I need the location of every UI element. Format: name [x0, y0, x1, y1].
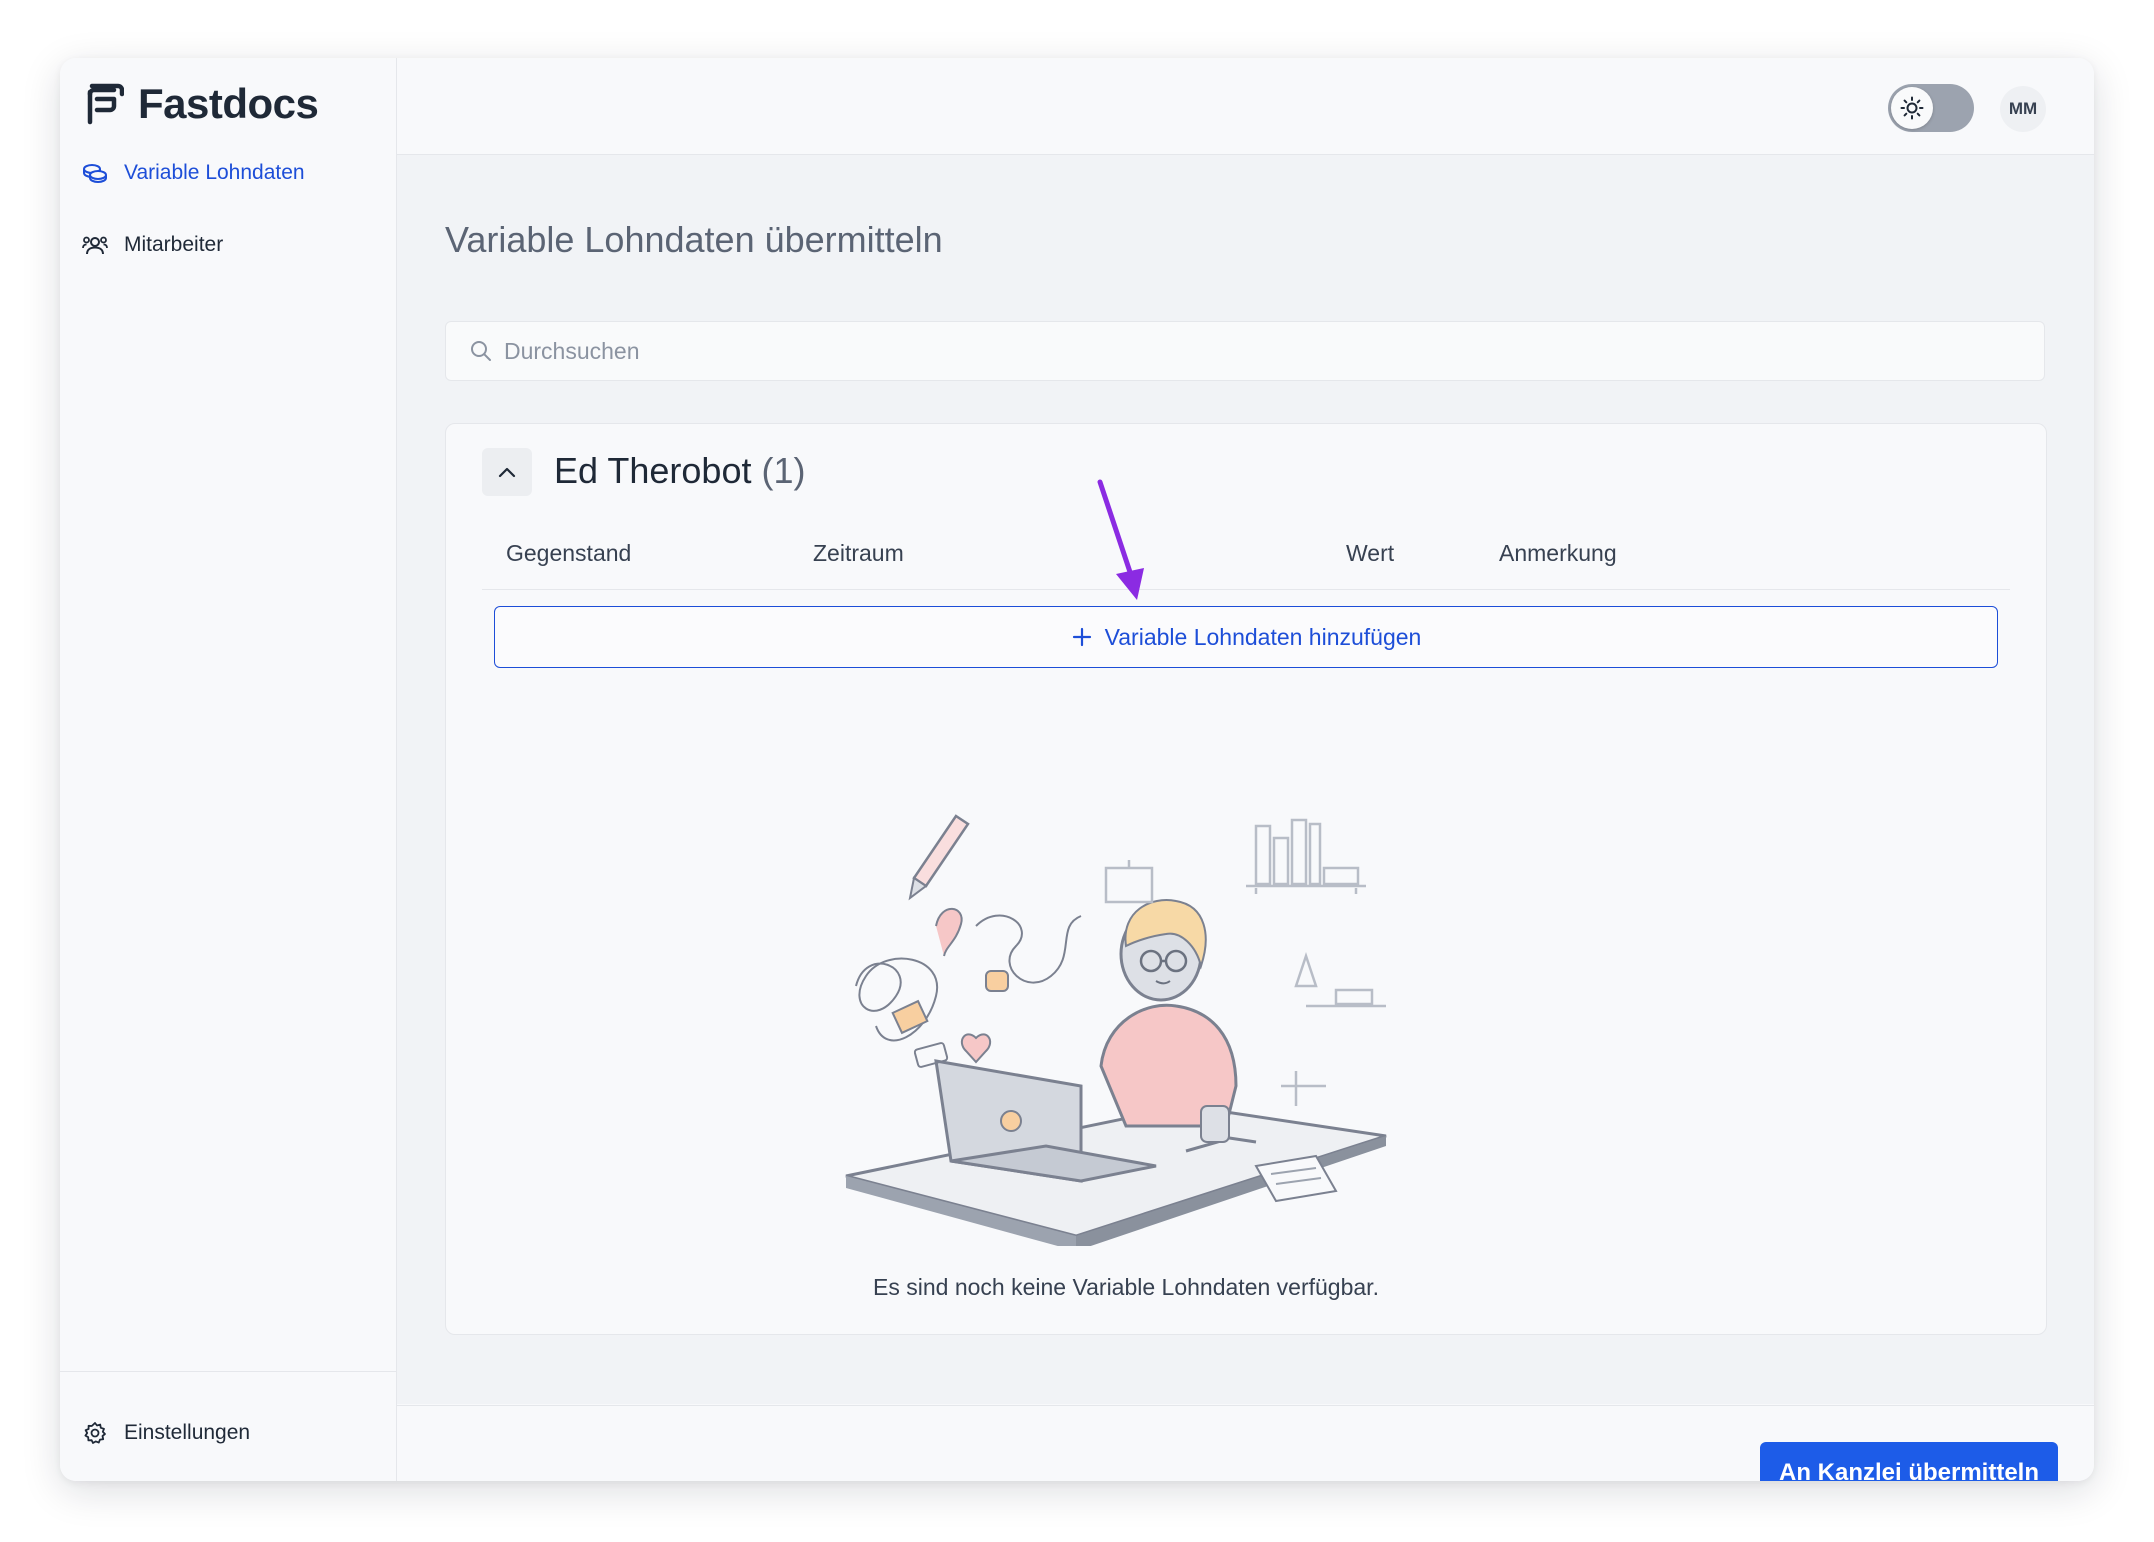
avatar[interactable]: MM	[2000, 86, 2046, 132]
page-title: Variable Lohndaten übermitteln	[445, 219, 943, 260]
settings-label: Einstellungen	[124, 1421, 251, 1444]
employee-group-card: Ed Therobot (1) Gegenstand Zeitraum Wert…	[445, 423, 2047, 1335]
sidebar-item-label: Variable Lohndaten	[124, 161, 305, 184]
chevron-up-icon	[498, 467, 516, 478]
employee-group-title: Ed Therobot (1)	[554, 450, 806, 492]
submit-to-kanzlei-button[interactable]: An Kanzlei übermitteln	[1760, 1442, 2058, 1481]
coins-icon	[82, 160, 108, 186]
add-variable-lohndaten-button[interactable]: Variable Lohndaten hinzufügen	[494, 606, 1998, 668]
plus-icon	[1072, 627, 1091, 647]
users-icon	[82, 232, 108, 258]
empty-state-illustration	[845, 814, 1387, 1246]
theme-toggle[interactable]	[1888, 84, 1974, 132]
add-button-label: Variable Lohndaten hinzufügen	[1104, 623, 1422, 650]
employee-count: (1)	[761, 450, 806, 491]
empty-state-text: Es sind noch keine Variable Lohndaten ve…	[873, 1274, 1379, 1300]
collapse-button[interactable]	[482, 448, 532, 496]
search-bar[interactable]	[445, 321, 2045, 381]
gear-icon	[82, 1420, 108, 1446]
top-bar: MM	[397, 58, 2094, 155]
search-input[interactable]	[502, 336, 2006, 366]
column-header-wert: Wert	[1346, 540, 1395, 566]
sidebar-item-label: Mitarbeiter	[124, 233, 224, 256]
app-window: Fastdocs Variable Lohndaten Mitarbeiter …	[60, 58, 2094, 1481]
sidebar-item-einstellungen[interactable]: Einstellungen	[82, 1420, 250, 1446]
logo[interactable]: Fastdocs	[84, 80, 319, 128]
sidebar: Fastdocs Variable Lohndaten Mitarbeiter …	[60, 58, 397, 1481]
sidebar-item-mitarbeiter[interactable]: Mitarbeiter	[82, 232, 223, 258]
search-icon	[471, 341, 491, 361]
column-header-gegenstand: Gegenstand	[506, 540, 632, 566]
sun-icon	[1891, 87, 1933, 129]
sidebar-item-variable-lohndaten[interactable]: Variable Lohndaten	[82, 160, 305, 186]
column-header-anmerkung: Anmerkung	[1499, 540, 1617, 566]
fastdocs-logo-icon	[87, 83, 124, 125]
app-name: Fastdocs	[138, 80, 319, 127]
main-content: Variable Lohndaten übermitteln Ed Therob…	[397, 155, 2094, 1404]
table-header-divider	[482, 589, 2010, 590]
column-header-zeitraum: Zeitraum	[813, 540, 904, 566]
sidebar-divider	[60, 1371, 396, 1372]
annotation-arrow-icon	[1097, 479, 1144, 600]
employee-name: Ed Therobot	[554, 450, 752, 491]
footer-bar: An Kanzlei übermitteln	[397, 1405, 2094, 1481]
